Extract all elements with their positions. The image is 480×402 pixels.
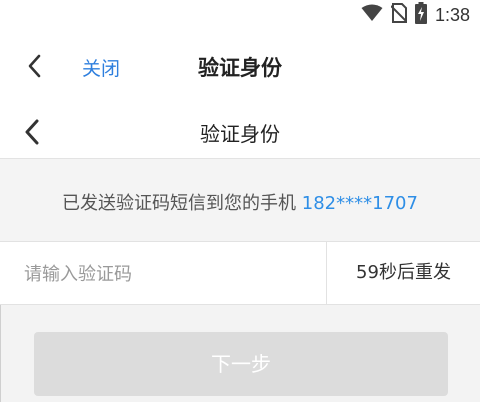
wifi-icon	[361, 4, 383, 26]
inner-page-title: 验证身份	[200, 122, 280, 146]
outer-page-title: 验证身份	[198, 56, 282, 80]
verification-code-input[interactable]	[24, 256, 314, 292]
inner-nav-bar: 验证身份	[0, 102, 480, 159]
status-icons: 1:38	[361, 2, 470, 28]
next-step-button[interactable]: 下一步	[34, 332, 448, 396]
no-sim-icon	[390, 3, 408, 27]
sms-sent-text: 已发送验证码短信到您的手机	[62, 193, 297, 214]
sms-info-band: 已发送验证码短信到您的手机 182****1707	[0, 159, 480, 241]
battery-charging-icon	[414, 2, 427, 28]
masked-phone-number: 182****1707	[301, 193, 418, 214]
status-time: 1:38	[434, 4, 470, 25]
outer-nav-bar: 关闭 验证身份	[0, 30, 480, 102]
status-bar: 1:38	[0, 0, 480, 30]
sms-sent-message: 已发送验证码短信到您的手机 182****1707	[0, 189, 480, 215]
verification-code-row: 59秒后重发	[0, 241, 480, 305]
resend-code-button[interactable]: 59秒后重发	[327, 242, 480, 304]
